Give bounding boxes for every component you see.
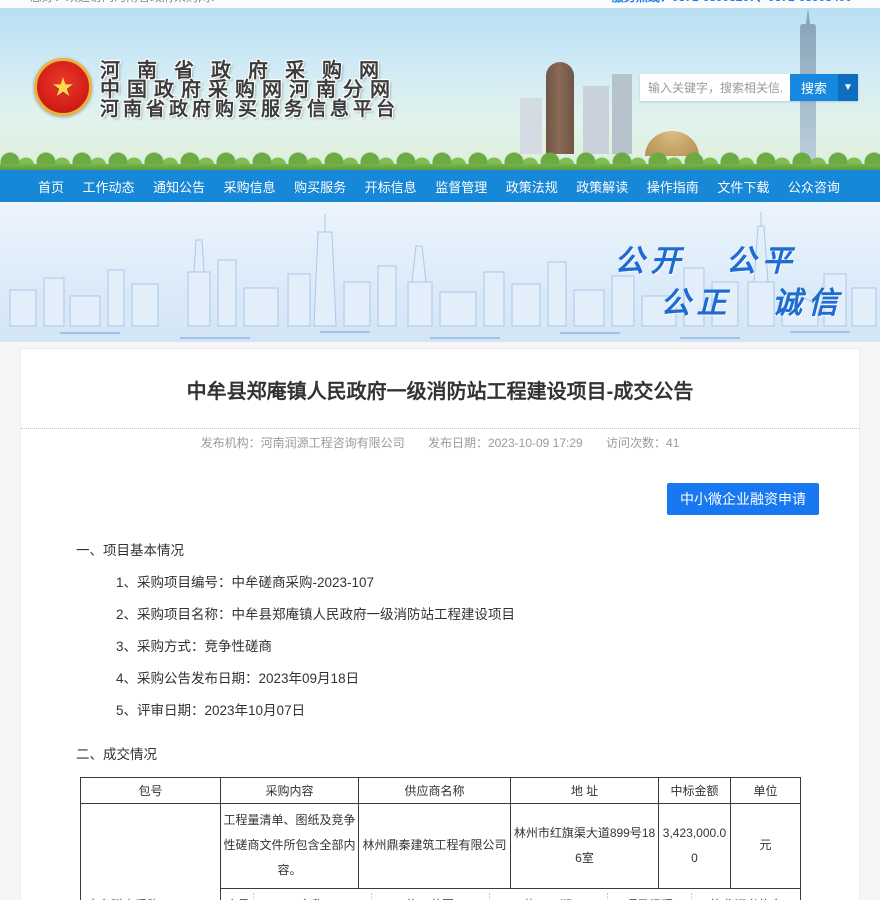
site-header: ★ 河南省政府采购网 中国政府采购网河南分网 河南省政府购买服务信息平台 搜索 … bbox=[0, 8, 880, 170]
cell-unit: 元 bbox=[731, 804, 801, 889]
nav-item-policy[interactable]: 政策解读 bbox=[576, 177, 628, 196]
sub-col-no: 序号 bbox=[223, 893, 253, 900]
sme-financing-button[interactable]: 中小微企业融资申请 bbox=[667, 483, 819, 515]
award-table-wrapper: 包号 采购内容 供应商名称 地 址 中标金额 单位 中牟磋商采购-2023-10… bbox=[80, 777, 800, 900]
main-nav: 首页 工作动态 通知公告 采购信息 购买服务 开标信息 监督管理 政策法规 政策… bbox=[0, 170, 880, 202]
sub-col-cert: 执业证书信息 bbox=[691, 893, 801, 900]
corn-tower-decoration bbox=[546, 62, 574, 154]
star-icon: ★ bbox=[51, 74, 74, 100]
nav-item-notices[interactable]: 通知公告 bbox=[153, 177, 205, 196]
building-decoration bbox=[612, 74, 632, 154]
national-emblem-logo: ★ bbox=[34, 58, 92, 116]
col-address: 地 址 bbox=[511, 778, 659, 804]
award-row: 中牟磋商采购-2023-107 工程量清单、图纸及竞争性磋商文件所包含全部内容。… bbox=[81, 804, 801, 889]
sub-col-manager: 项目经理 bbox=[607, 893, 691, 900]
nav-item-news[interactable]: 工作动态 bbox=[83, 177, 135, 196]
main-area: 中牟县郑庵镇人民政府一级消防站工程建设项目-成交公告 发布机构：河南润源工程咨询… bbox=[0, 342, 880, 900]
col-amount: 中标金额 bbox=[659, 778, 731, 804]
site-title-line2: 中国政府采购网河南分网 bbox=[100, 81, 399, 100]
nav-item-home[interactable]: 首页 bbox=[38, 177, 64, 196]
award-table-header-row: 包号 采购内容 供应商名称 地 址 中标金额 单位 bbox=[81, 778, 801, 804]
building-decoration bbox=[583, 86, 609, 154]
nav-item-supervise[interactable]: 监督管理 bbox=[435, 177, 487, 196]
sub-header-row: 序号 名称 施工范围 施工工期 项目经理 执业证书信息 bbox=[223, 893, 801, 900]
meta-visits: 访问次数：41 bbox=[606, 436, 679, 450]
section1-item-notice-date: 4、采购公告发布日期：2023年09月18日 bbox=[116, 667, 859, 687]
nav-item-consult[interactable]: 公众咨询 bbox=[788, 177, 840, 196]
meta-date: 发布日期：2023-10-09 17:29 bbox=[428, 436, 583, 450]
search-input[interactable] bbox=[640, 74, 790, 101]
site-title-line3: 河南省政府购买服务信息平台 bbox=[100, 100, 399, 119]
section1-heading: 一、项目基本情况 bbox=[76, 539, 859, 559]
tower-spire-decoration bbox=[805, 8, 811, 30]
slogan-open-fair: 公开 公平 bbox=[615, 236, 799, 280]
section1-item-project-no: 1、采购项目编号：中牟磋商采购-2023-107 bbox=[116, 571, 859, 591]
sub-col-scope: 施工范围 bbox=[371, 893, 489, 900]
top-utility-bar: 您好！欢迎访问河南省政府采购网！ 服务热线：0371-65908207、0371… bbox=[0, 0, 880, 8]
award-table: 包号 采购内容 供应商名称 地 址 中标金额 单位 中牟磋商采购-2023-10… bbox=[80, 777, 801, 900]
grass-decoration bbox=[0, 164, 880, 170]
cell-content: 工程量清单、图纸及竞争性磋商文件所包含全部内容。 bbox=[221, 804, 359, 889]
project-detail-table: 序号 名称 施工范围 施工工期 项目经理 执业证书信息 1 中牟县郑庵镇人民政府… bbox=[223, 893, 801, 900]
col-supplier: 供应商名称 bbox=[359, 778, 511, 804]
sub-col-name: 名称 bbox=[253, 893, 371, 900]
nav-item-download[interactable]: 文件下载 bbox=[717, 177, 769, 196]
section2-heading: 二、成交情况 bbox=[76, 743, 859, 763]
sub-col-period: 施工工期 bbox=[489, 893, 607, 900]
search-bar: 搜索 ▼ bbox=[640, 74, 858, 101]
col-unit: 单位 bbox=[731, 778, 801, 804]
section1-item-project-name: 2、采购项目名称：中牟县郑庵镇人民政府一级消防站工程建设项目 bbox=[116, 603, 859, 623]
banner: 公开 公平 公正 诚信 bbox=[0, 202, 880, 342]
meta-publisher: 发布机构：河南润源工程咨询有限公司 bbox=[201, 436, 405, 450]
cell-package-no: 中牟磋商采购-2023-107 bbox=[81, 804, 221, 900]
section1-item-review-date: 5、评审日期：2023年10月07日 bbox=[116, 699, 859, 719]
chevron-down-icon[interactable]: ▼ bbox=[838, 74, 858, 101]
search-button[interactable]: 搜索 bbox=[790, 74, 838, 101]
cell-amount: 3,423,000.00 bbox=[659, 804, 731, 889]
page-title: 中牟县郑庵镇人民政府一级消防站工程建设项目-成交公告 bbox=[21, 349, 859, 404]
nav-item-guide[interactable]: 操作指南 bbox=[647, 177, 699, 196]
article-meta: 发布机构：河南润源工程咨询有限公司 发布日期：2023-10-09 17:29 … bbox=[21, 428, 859, 451]
announcement-card: 中牟县郑庵镇人民政府一级消防站工程建设项目-成交公告 发布机构：河南润源工程咨询… bbox=[20, 348, 860, 900]
service-hotline: 服务热线：0371-65908207、0371-65908400 bbox=[612, 0, 852, 5]
col-content: 采购内容 bbox=[221, 778, 359, 804]
nav-item-laws[interactable]: 政策法规 bbox=[506, 177, 558, 196]
cell-address: 林州市红旗渠大道899号186室 bbox=[511, 804, 659, 889]
nav-item-procure[interactable]: 采购信息 bbox=[224, 177, 276, 196]
nav-item-bidopen[interactable]: 开标信息 bbox=[365, 177, 417, 196]
welcome-text: 您好！欢迎访问河南省政府采购网！ bbox=[30, 0, 222, 5]
site-title-block: 河南省政府采购网 中国政府采购网河南分网 河南省政府购买服务信息平台 bbox=[100, 62, 399, 119]
col-package: 包号 bbox=[81, 778, 221, 804]
cell-supplier: 林州鼎秦建筑工程有限公司 bbox=[359, 804, 511, 889]
finance-button-row: 中小微企业融资申请 bbox=[21, 451, 859, 515]
section1-item-method: 3、采购方式：竞争性磋商 bbox=[116, 635, 859, 655]
nav-item-purchase[interactable]: 购买服务 bbox=[294, 177, 346, 196]
slogan-just-honest: 公正 诚信 bbox=[661, 278, 845, 322]
